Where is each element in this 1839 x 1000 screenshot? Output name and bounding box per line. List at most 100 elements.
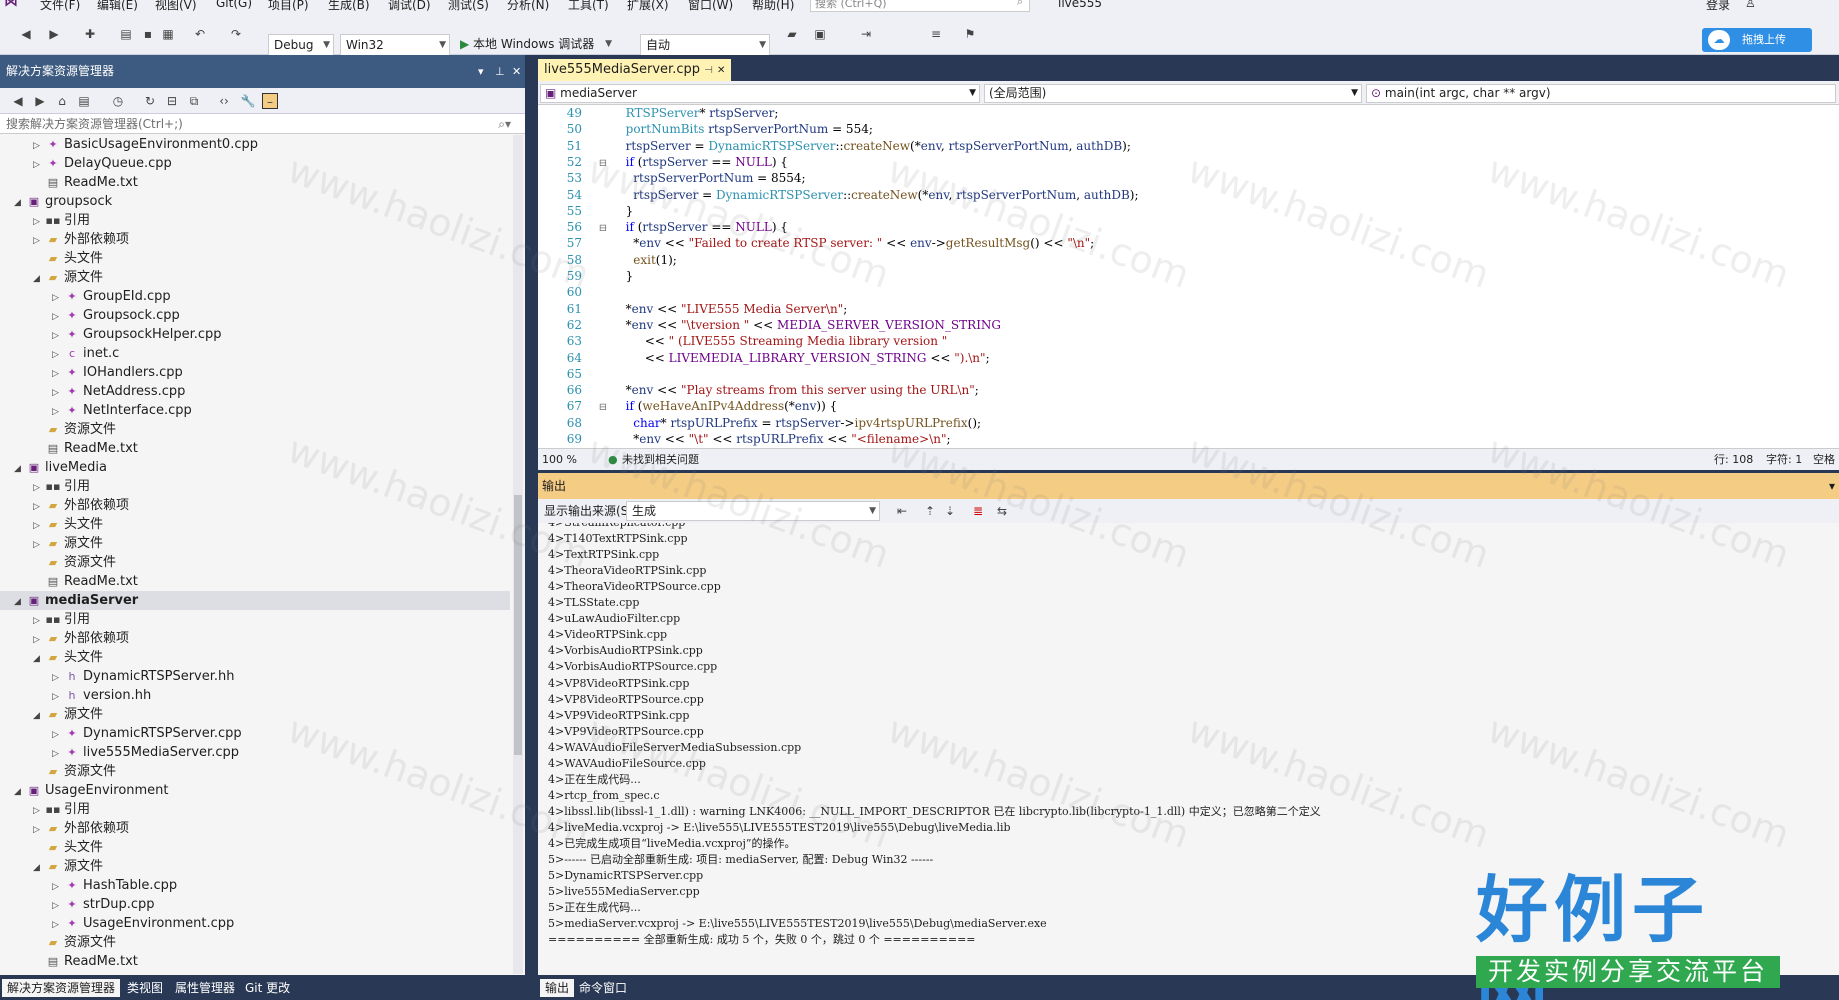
tree-node[interactable]: ▷ ▪▪ 引用 <box>0 211 510 230</box>
code-line[interactable]: 61 *env << "LIVE555 Media Server\n"; <box>538 301 1838 317</box>
redo-icon[interactable]: ↷ <box>228 26 244 42</box>
back-icon[interactable]: ◀ <box>18 26 34 42</box>
tree-node[interactable]: ▷ ✦ live555MediaServer.cpp <box>0 743 510 762</box>
next-message-icon[interactable]: ⇣ <box>942 503 958 519</box>
tree-node[interactable]: ▤ ReadMe.txt <box>0 952 510 971</box>
code-line[interactable]: 60 <box>538 284 1838 300</box>
code-line[interactable]: 69 *env << "\t" << rtspURLPrefix << "<fi… <box>538 431 1838 447</box>
tab-git-changes[interactable]: Git 更改 <box>240 979 295 997</box>
tree-node[interactable]: ▷ ✦ DynamicRTSPServer.cpp <box>0 724 510 743</box>
tree-node[interactable]: ▰ 资源文件 <box>0 553 510 572</box>
show-all-files-icon[interactable]: ⧉ <box>186 93 202 109</box>
scrollbar-thumb[interactable] <box>514 495 522 755</box>
open-file-icon[interactable]: ▤ <box>118 26 134 42</box>
save-icon[interactable]: ▪ <box>140 26 156 42</box>
tree-node[interactable]: ▤ ReadMe.txt <box>0 439 510 458</box>
auto-select[interactable]: 自动 ▼ <box>640 34 770 56</box>
menu-tools[interactable]: 工具(T) <box>568 0 609 12</box>
tree-node[interactable]: ▷ ✦ NetAddress.cpp <box>0 382 510 401</box>
tree-node[interactable]: ▷ ✦ IOHandlers.cpp <box>0 363 510 382</box>
issues-status[interactable]: 未找到相关问题 <box>622 449 699 471</box>
tree-node[interactable]: ▰ 资源文件 <box>0 762 510 781</box>
tree-node[interactable]: ▷ ✦ strDup.cpp <box>0 895 510 914</box>
configuration-select[interactable]: Debug ▼ <box>268 34 334 56</box>
tree-node[interactable]: ◢ ▰ 源文件 <box>0 705 510 724</box>
code-line[interactable]: 59 } <box>538 268 1838 284</box>
output-source-select[interactable]: 生成 ▼ <box>626 501 880 521</box>
undo-icon[interactable]: ↶ <box>192 26 208 42</box>
comment-icon[interactable]: ≡ <box>928 26 944 42</box>
tab-output[interactable]: 输出 <box>540 979 575 997</box>
code-line[interactable]: 55 } <box>538 203 1838 219</box>
code-line[interactable]: 68 char* rtspURLPrefix = rtspServer->ipv… <box>538 415 1838 431</box>
tree-node[interactable]: ▰ 资源文件 <box>0 420 510 439</box>
menu-test[interactable]: 测试(S) <box>448 0 489 12</box>
pin-icon[interactable]: ⊥ <box>495 55 505 88</box>
tree-node[interactable]: ▷ ▪▪ 引用 <box>0 610 510 629</box>
window-position-icon[interactable]: ▾ <box>1829 473 1835 499</box>
tree-node[interactable]: ▤ ReadMe.txt <box>0 173 510 192</box>
tree-node[interactable]: ▷ ✦ Groupsock.cpp <box>0 306 510 325</box>
menu-project[interactable]: 项目(P) <box>268 0 309 12</box>
menu-window[interactable]: 窗口(W) <box>688 0 733 12</box>
tree-node[interactable]: ▷ ▰ 外部依赖项 <box>0 496 510 515</box>
close-icon[interactable]: ✕ <box>717 65 725 76</box>
tree-node[interactable]: ▰ 资源文件 <box>0 933 510 952</box>
account-icon[interactable]: ♙ <box>1745 0 1756 10</box>
vertical-scrollbar[interactable] <box>513 135 523 974</box>
switch-views-icon[interactable]: ▤ <box>76 93 92 109</box>
menu-build[interactable]: 生成(B) <box>328 0 370 12</box>
tree-node[interactable]: ◢ ▣ mediaServer <box>0 591 510 610</box>
tree-node[interactable]: ▷ ✦ BasicUsageEnvironment0.cpp <box>0 135 510 154</box>
menu-extensions[interactable]: 扩展(X) <box>627 0 669 12</box>
code-line[interactable]: 67 ⊟ if (weHaveAnIPv4Address(*env)) { <box>538 398 1838 414</box>
forward-icon[interactable]: ▶ <box>32 93 48 109</box>
tree-node[interactable]: ◢ ▰ 头文件 <box>0 648 510 667</box>
collapse-all-icon[interactable]: ⊟ <box>164 93 180 109</box>
drag-upload-button[interactable]: ☁ 拖拽上传 <box>1702 28 1812 52</box>
tree-node[interactable]: ▷ h version.hh <box>0 686 510 705</box>
tree-node[interactable]: ▷ ✦ HashTable.cpp <box>0 876 510 895</box>
tree-node[interactable]: ◢ ▣ liveMedia <box>0 458 510 477</box>
new-project-icon[interactable]: ✚ <box>82 26 98 42</box>
sync-icon[interactable]: ↻ <box>142 93 158 109</box>
tree-node[interactable]: ▷ ✦ GroupsockHelper.cpp <box>0 325 510 344</box>
code-line[interactable]: 53 rtspServerPortNum = 8554; <box>538 170 1838 186</box>
tree-node[interactable]: ▷ h DynamicRTSPServer.hh <box>0 667 510 686</box>
code-line[interactable]: 52 ⊟ if (rtspServer == NULL) { <box>538 154 1838 170</box>
find-message-icon[interactable]: ⇤ <box>894 503 910 519</box>
project-nav-select[interactable]: ▣ mediaServer ▼ <box>540 84 980 103</box>
back-icon[interactable]: ◀ <box>10 93 26 109</box>
solution-search-input[interactable]: 搜索解决方案资源管理器(Ctrl+;) ⌕▾ <box>0 114 525 134</box>
previous-message-icon[interactable]: ⇡ <box>922 503 938 519</box>
search-input[interactable]: 搜索 (Ctrl+Q) ⌕ <box>810 0 1030 12</box>
code-line[interactable]: 62 *env << "\tversion " << MEDIA_SERVER_… <box>538 317 1838 333</box>
menu-view[interactable]: 视图(V) <box>155 0 197 12</box>
code-area[interactable]: 49 RTSPServer* rtspServer; 50 portNumBits… <box>538 105 1839 448</box>
tree-node[interactable]: ▷ c inet.c <box>0 344 510 363</box>
save-all-icon[interactable]: ▦ <box>160 26 176 42</box>
preview-icon[interactable]: – <box>262 93 278 109</box>
tree-node[interactable]: ▷ ▰ 头文件 <box>0 515 510 534</box>
code-line[interactable]: 51 rtspServer = DynamicRTSPServer::creat… <box>538 138 1838 154</box>
tree-node[interactable]: ▰ 头文件 <box>0 249 510 268</box>
menu-git[interactable]: Git(G) <box>216 0 252 10</box>
code-line[interactable]: 49 RTSPServer* rtspServer; <box>538 105 1838 121</box>
tree-node[interactable]: ▷ ▰ 外部依赖项 <box>0 230 510 249</box>
indent-icon[interactable]: ⇥ <box>858 26 874 42</box>
tree-node[interactable]: ▷ ✦ DelayQueue.cpp <box>0 154 510 173</box>
tree-node[interactable]: ▤ ReadMe.txt <box>0 572 510 591</box>
tab-solution-explorer[interactable]: 解决方案资源管理器 <box>2 979 121 997</box>
tree-node[interactable]: ▷ ✦ GroupEId.cpp <box>0 287 510 306</box>
code-line[interactable]: 54 rtspServer = DynamicRTSPServer::creat… <box>538 187 1838 203</box>
pending-changes-icon[interactable]: ◷ <box>110 93 126 109</box>
tree-node[interactable]: ▷ ▪▪ 引用 <box>0 800 510 819</box>
pin-icon[interactable]: ⊣ <box>704 65 713 76</box>
menu-debug[interactable]: 调试(D) <box>388 0 431 12</box>
tree-node[interactable]: ◢ ▰ 源文件 <box>0 268 510 287</box>
code-line[interactable]: 64 << LIVEMEDIA_LIBRARY_VERSION_STRING <… <box>538 350 1838 366</box>
platform-select[interactable]: Win32 ▼ <box>340 34 450 56</box>
menu-file[interactable]: 文件(F) <box>40 0 80 12</box>
wrench-icon[interactable]: 🔧 <box>240 93 256 109</box>
window-position-icon[interactable]: ▾ <box>478 55 484 88</box>
